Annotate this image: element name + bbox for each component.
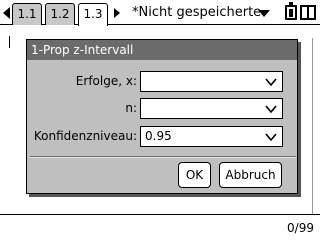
- confidence-level-field-row: Konfidenzniveau: 0.95: [27, 126, 299, 147]
- successes-label: Erfolge, x:: [75, 74, 137, 88]
- chevron-down-icon[interactable]: [265, 105, 277, 113]
- scroll-right-arrow-icon[interactable]: [114, 8, 120, 18]
- n-field-row: n:: [27, 98, 299, 119]
- document-menu-arrow-icon[interactable]: [258, 10, 270, 17]
- page-layout-icon[interactable]: [300, 5, 316, 20]
- scrollbar[interactable]: [310, 38, 316, 214]
- tab-1-2[interactable]: 1.2: [45, 3, 75, 25]
- one-prop-z-interval-dialog: 1-Prop z-Intervall Erfolge, x: n: Konfid…: [26, 39, 298, 194]
- confidence-level-value: 0.95: [145, 129, 172, 143]
- battery-icon: [285, 2, 297, 20]
- successes-input[interactable]: [140, 71, 283, 92]
- ok-button[interactable]: OK: [178, 162, 211, 188]
- history-counter: 0/99: [287, 221, 314, 235]
- tab-bar: 1.1 1.2 1.3 *Nicht gespeicherte: [0, 0, 320, 26]
- scroll-left-arrow-icon[interactable]: [3, 7, 10, 19]
- confidence-level-input[interactable]: 0.95: [140, 126, 283, 147]
- tab-1-1[interactable]: 1.1: [12, 3, 42, 25]
- text-cursor: [9, 36, 10, 48]
- status-bar: 0/99: [0, 214, 320, 240]
- dialog-separator: [30, 156, 296, 158]
- document-title[interactable]: *Nicht gespeicherte: [132, 5, 261, 20]
- chevron-down-icon[interactable]: [265, 133, 277, 141]
- n-input[interactable]: [140, 98, 283, 119]
- chevron-down-icon[interactable]: [265, 78, 277, 86]
- confidence-level-label: Konfidenzniveau:: [33, 129, 137, 143]
- successes-field-row: Erfolge, x:: [27, 71, 299, 92]
- dialog-title: 1-Prop z-Intervall: [27, 40, 297, 60]
- tab-1-3[interactable]: 1.3: [78, 3, 108, 26]
- cancel-button[interactable]: Abbruch: [219, 162, 282, 188]
- n-label: n:: [125, 101, 137, 115]
